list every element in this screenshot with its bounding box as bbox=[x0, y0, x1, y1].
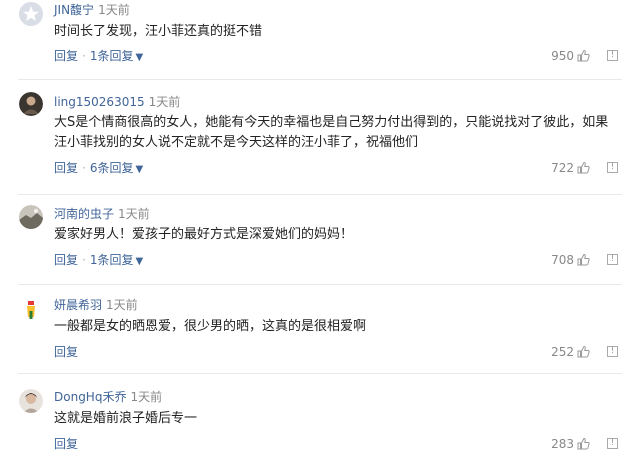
thumbs-up-icon bbox=[577, 161, 590, 174]
like-count: 722 bbox=[551, 161, 574, 175]
like-count: 252 bbox=[551, 345, 574, 359]
comment-meta: ling150263015 1天前 bbox=[54, 94, 180, 110]
like-button[interactable]: 708 bbox=[551, 252, 590, 268]
report-icon[interactable]: ! bbox=[607, 50, 618, 61]
like-count: 950 bbox=[551, 49, 574, 63]
comment-item: 妍晨希羽 1天前 一般都是女的晒恩爱，很少男的晒，这真的是很相爱啊 回复 252 … bbox=[0, 297, 640, 373]
avatar[interactable] bbox=[19, 92, 43, 116]
replies-count: 1条回复 bbox=[89, 253, 134, 267]
comment-actions: 回复 bbox=[54, 344, 78, 360]
replies-count: 1条回复 bbox=[89, 49, 134, 63]
username[interactable]: 河南的虫子 bbox=[54, 207, 114, 221]
username[interactable]: JIN馥宁 bbox=[54, 3, 94, 17]
comment-meta: 河南的虫子 1天前 bbox=[54, 206, 150, 222]
chevron-down-icon: ▼ bbox=[135, 52, 144, 63]
thumbs-up-icon bbox=[577, 437, 590, 450]
report-icon[interactable]: ! bbox=[607, 162, 618, 173]
divider bbox=[18, 373, 622, 374]
comment-actions: 回复 · 6条回复 ▼ bbox=[54, 160, 143, 178]
comment-item: DongHq禾乔 1天前 这就是婚前浪子婚后专一 回复 283 ! bbox=[0, 389, 640, 469]
user-photo-icon bbox=[19, 92, 43, 116]
timestamp: 1天前 bbox=[98, 3, 130, 17]
user-photo-icon bbox=[19, 389, 43, 413]
report-icon[interactable]: ! bbox=[607, 346, 618, 357]
chevron-down-icon: ▼ bbox=[135, 164, 144, 175]
username[interactable]: DongHq禾乔 bbox=[54, 390, 126, 404]
avatar[interactable] bbox=[19, 205, 43, 229]
reply-button[interactable]: 回复 bbox=[54, 437, 78, 451]
like-button[interactable]: 722 bbox=[551, 160, 590, 176]
comment-item: JIN馥宁 1天前 时间长了发现，汪小菲还真的挺不错 回复 · 1条回复 ▼ 950 ! bbox=[0, 2, 640, 82]
username[interactable]: 妍晨希羽 bbox=[54, 298, 102, 312]
comment-meta: JIN馥宁 1天前 bbox=[54, 2, 130, 18]
chevron-down-icon: ▼ bbox=[135, 256, 144, 267]
comment-actions: 回复 · 1条回复 ▼ bbox=[54, 252, 143, 270]
view-replies-button[interactable]: 1条回复 ▼ bbox=[90, 49, 143, 63]
separator: · bbox=[82, 253, 86, 267]
divider bbox=[18, 79, 622, 80]
avatar[interactable] bbox=[19, 389, 43, 413]
separator: · bbox=[82, 49, 86, 63]
timestamp: 1天前 bbox=[148, 95, 181, 109]
timestamp: 1天前 bbox=[118, 207, 150, 221]
comment-item: ling150263015 1天前 大S是个情商很高的女人，她能有今天的幸福也是自… bbox=[0, 92, 640, 192]
like-button[interactable]: 283 bbox=[551, 436, 590, 452]
comment-meta: 妍晨希羽 1天前 bbox=[54, 297, 138, 313]
avatar[interactable] bbox=[19, 2, 43, 26]
divider bbox=[18, 284, 622, 285]
timestamp: 1天前 bbox=[130, 390, 163, 404]
divider bbox=[18, 194, 622, 195]
like-button[interactable]: 252 bbox=[551, 344, 590, 360]
username[interactable]: ling150263015 bbox=[54, 95, 145, 109]
comment-item: 河南的虫子 1天前 爱家好男人！爱孩子的最好方式是深爱她们的妈妈！ 回复 · 1条回复… bbox=[0, 205, 640, 285]
report-icon[interactable]: ! bbox=[607, 254, 618, 265]
reply-button[interactable]: 回复 bbox=[54, 161, 78, 175]
separator: · bbox=[82, 161, 86, 175]
timestamp: 1天前 bbox=[106, 298, 138, 312]
comment-text: 大S是个情商很高的女人，她能有今天的幸福也是自己努力付出得到的，只能说找对了彼此… bbox=[54, 115, 609, 150]
comment-meta: DongHq禾乔 1天前 bbox=[54, 389, 162, 405]
thumbs-up-icon bbox=[577, 49, 590, 62]
comment-actions: 回复 bbox=[54, 436, 78, 452]
comment-text: 时间长了发现，汪小菲还真的挺不错 bbox=[54, 24, 263, 39]
view-replies-button[interactable]: 6条回复 ▼ bbox=[90, 161, 143, 175]
view-replies-button[interactable]: 1条回复 ▼ bbox=[90, 253, 143, 267]
star-icon bbox=[19, 2, 43, 26]
cartoon-avatar-icon bbox=[19, 297, 43, 321]
comment-text: 一般都是女的晒恩爱，很少男的晒，这真的是很相爱啊 bbox=[54, 319, 367, 334]
report-icon[interactable]: ! bbox=[607, 438, 618, 449]
comment-actions: 回复 · 1条回复 ▼ bbox=[54, 48, 143, 66]
like-count: 283 bbox=[551, 437, 574, 451]
thumbs-up-icon bbox=[577, 253, 590, 266]
avatar[interactable] bbox=[19, 297, 43, 321]
like-count: 708 bbox=[551, 253, 574, 267]
thumbs-up-icon bbox=[577, 345, 590, 358]
reply-button[interactable]: 回复 bbox=[54, 49, 78, 63]
reply-button[interactable]: 回复 bbox=[54, 345, 78, 359]
comment-text: 这就是婚前浪子婚后专一 bbox=[54, 411, 198, 426]
comment-text: 爱家好男人！爱孩子的最好方式是深爱她们的妈妈！ bbox=[54, 227, 354, 242]
reply-button[interactable]: 回复 bbox=[54, 253, 78, 267]
like-button[interactable]: 950 bbox=[551, 48, 590, 64]
replies-count: 6条回复 bbox=[89, 161, 134, 175]
user-photo-icon bbox=[19, 205, 43, 229]
